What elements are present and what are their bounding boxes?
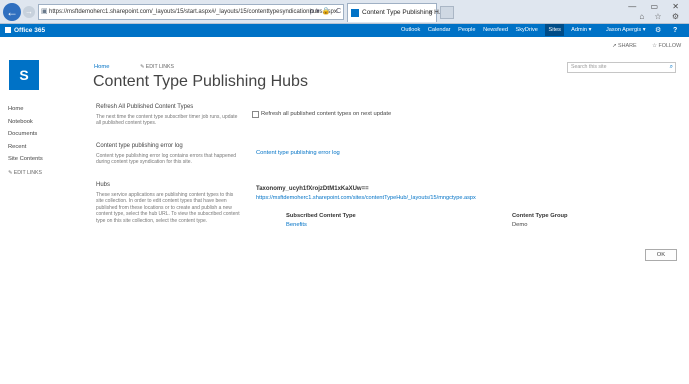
hub-url-link[interactable]: https://msftdemoherc1.sharepoint.com/sit… — [256, 195, 476, 201]
suite-link-newsfeed[interactable]: Newsfeed — [483, 27, 508, 33]
address-url: https://msftdemoherc1.sharepoint.com/_la… — [49, 9, 337, 15]
sharepoint-favicon-icon — [351, 9, 359, 17]
hub-name: Taxonomy_ucyh1fXrojzDtM1xKaXUw== — [256, 186, 369, 192]
nav-item-home[interactable]: Home — [8, 103, 78, 116]
nav-item-documents[interactable]: Documents — [8, 128, 78, 141]
admin-menu[interactable]: Admin ▾ — [571, 27, 591, 33]
suite-link-calendar[interactable]: Calendar — [428, 27, 451, 33]
office-logo-icon — [5, 27, 11, 33]
quick-launch: Home Notebook Documents Recent Site Cont… — [8, 103, 78, 176]
edit-links-top[interactable]: ✎ EDIT LINKS — [140, 64, 174, 70]
suite-link-outlook[interactable]: Outlook — [401, 27, 420, 33]
ok-button[interactable]: OK — [645, 249, 677, 261]
breadcrumb-home-link[interactable]: Home — [94, 64, 109, 70]
page-actions: ↗ SHARE ☆ FOLLOW — [612, 43, 689, 49]
suite-link-skydrive[interactable]: SkyDrive — [516, 27, 538, 33]
edit-links-nav[interactable]: ✎ EDIT LINKS — [8, 170, 78, 176]
content-type-link[interactable]: Benefits — [286, 222, 307, 228]
gear-icon[interactable]: ⚙ — [655, 24, 661, 37]
window-controls[interactable]: — ▭ ✕ — [628, 2, 685, 11]
errorlog-section-title: Content type publishing error log — [96, 143, 183, 149]
suite-bar: Office 365 Outlook Calendar People Newsf… — [0, 24, 689, 37]
back-arrow-icon[interactable]: ← — [3, 3, 21, 21]
close-tab-icon[interactable]: × — [429, 4, 433, 22]
browser-tab[interactable]: Content Type Publishing H... × — [347, 3, 444, 22]
page-title: Content Type Publishing Hubs — [93, 73, 308, 90]
column-header-subscribed: Subscribed Content Type — [286, 213, 356, 219]
search-placeholder: Search this site — [571, 64, 607, 70]
office-365-brand[interactable]: Office 365 — [5, 24, 45, 37]
search-icon[interactable]: ⌕ — [670, 63, 673, 72]
page-icon: ▣ — [41, 8, 48, 15]
refresh-section-title: Refresh All Published Content Types — [96, 104, 194, 110]
refresh-checkbox[interactable] — [252, 111, 259, 118]
suite-nav: Outlook Calendar People Newsfeed SkyDriv… — [401, 24, 597, 37]
content-type-group: Demo — [512, 222, 528, 228]
user-menu[interactable]: Jason Apergis ▾ — [606, 24, 646, 37]
share-button[interactable]: ↗ SHARE — [612, 43, 644, 49]
refresh-section-desc: The next time the content type subscribe… — [96, 114, 238, 127]
nav-item-recent[interactable]: Recent — [8, 141, 78, 154]
hubs-section-desc: These service applications are publishin… — [96, 192, 240, 224]
nav-item-site-contents[interactable]: Site Contents — [8, 153, 78, 166]
errorlog-section-desc: Content type publishing error log contai… — [96, 153, 237, 166]
browser-tool-icons[interactable]: ⌂ ☆ ⚙ — [639, 12, 683, 21]
error-log-link[interactable]: Content type publishing error log — [256, 150, 340, 156]
suite-link-people[interactable]: People — [458, 27, 475, 33]
forward-arrow-icon[interactable]: → — [23, 6, 35, 18]
refresh-checkbox-label: Refresh all published content types on n… — [261, 111, 392, 117]
hubs-section-title: Hubs — [96, 182, 111, 188]
search-input[interactable]: Search this site ⌕ — [567, 62, 676, 73]
browser-toolbar: ← → ▣ https://msftdemoherc1.sharepoint.c… — [0, 0, 689, 24]
nav-item-notebook[interactable]: Notebook — [8, 116, 78, 129]
new-tab-button[interactable] — [440, 6, 454, 19]
address-bar[interactable]: ▣ https://msftdemoherc1.sharepoint.com/_… — [38, 4, 344, 20]
sharepoint-logo-icon[interactable]: S — [9, 60, 39, 90]
column-header-group: Content Type Group — [512, 213, 568, 219]
suite-link-sites[interactable]: Sites — [545, 24, 564, 36]
help-icon[interactable]: ? — [673, 24, 677, 37]
follow-button[interactable]: ☆ FOLLOW — [652, 43, 688, 49]
